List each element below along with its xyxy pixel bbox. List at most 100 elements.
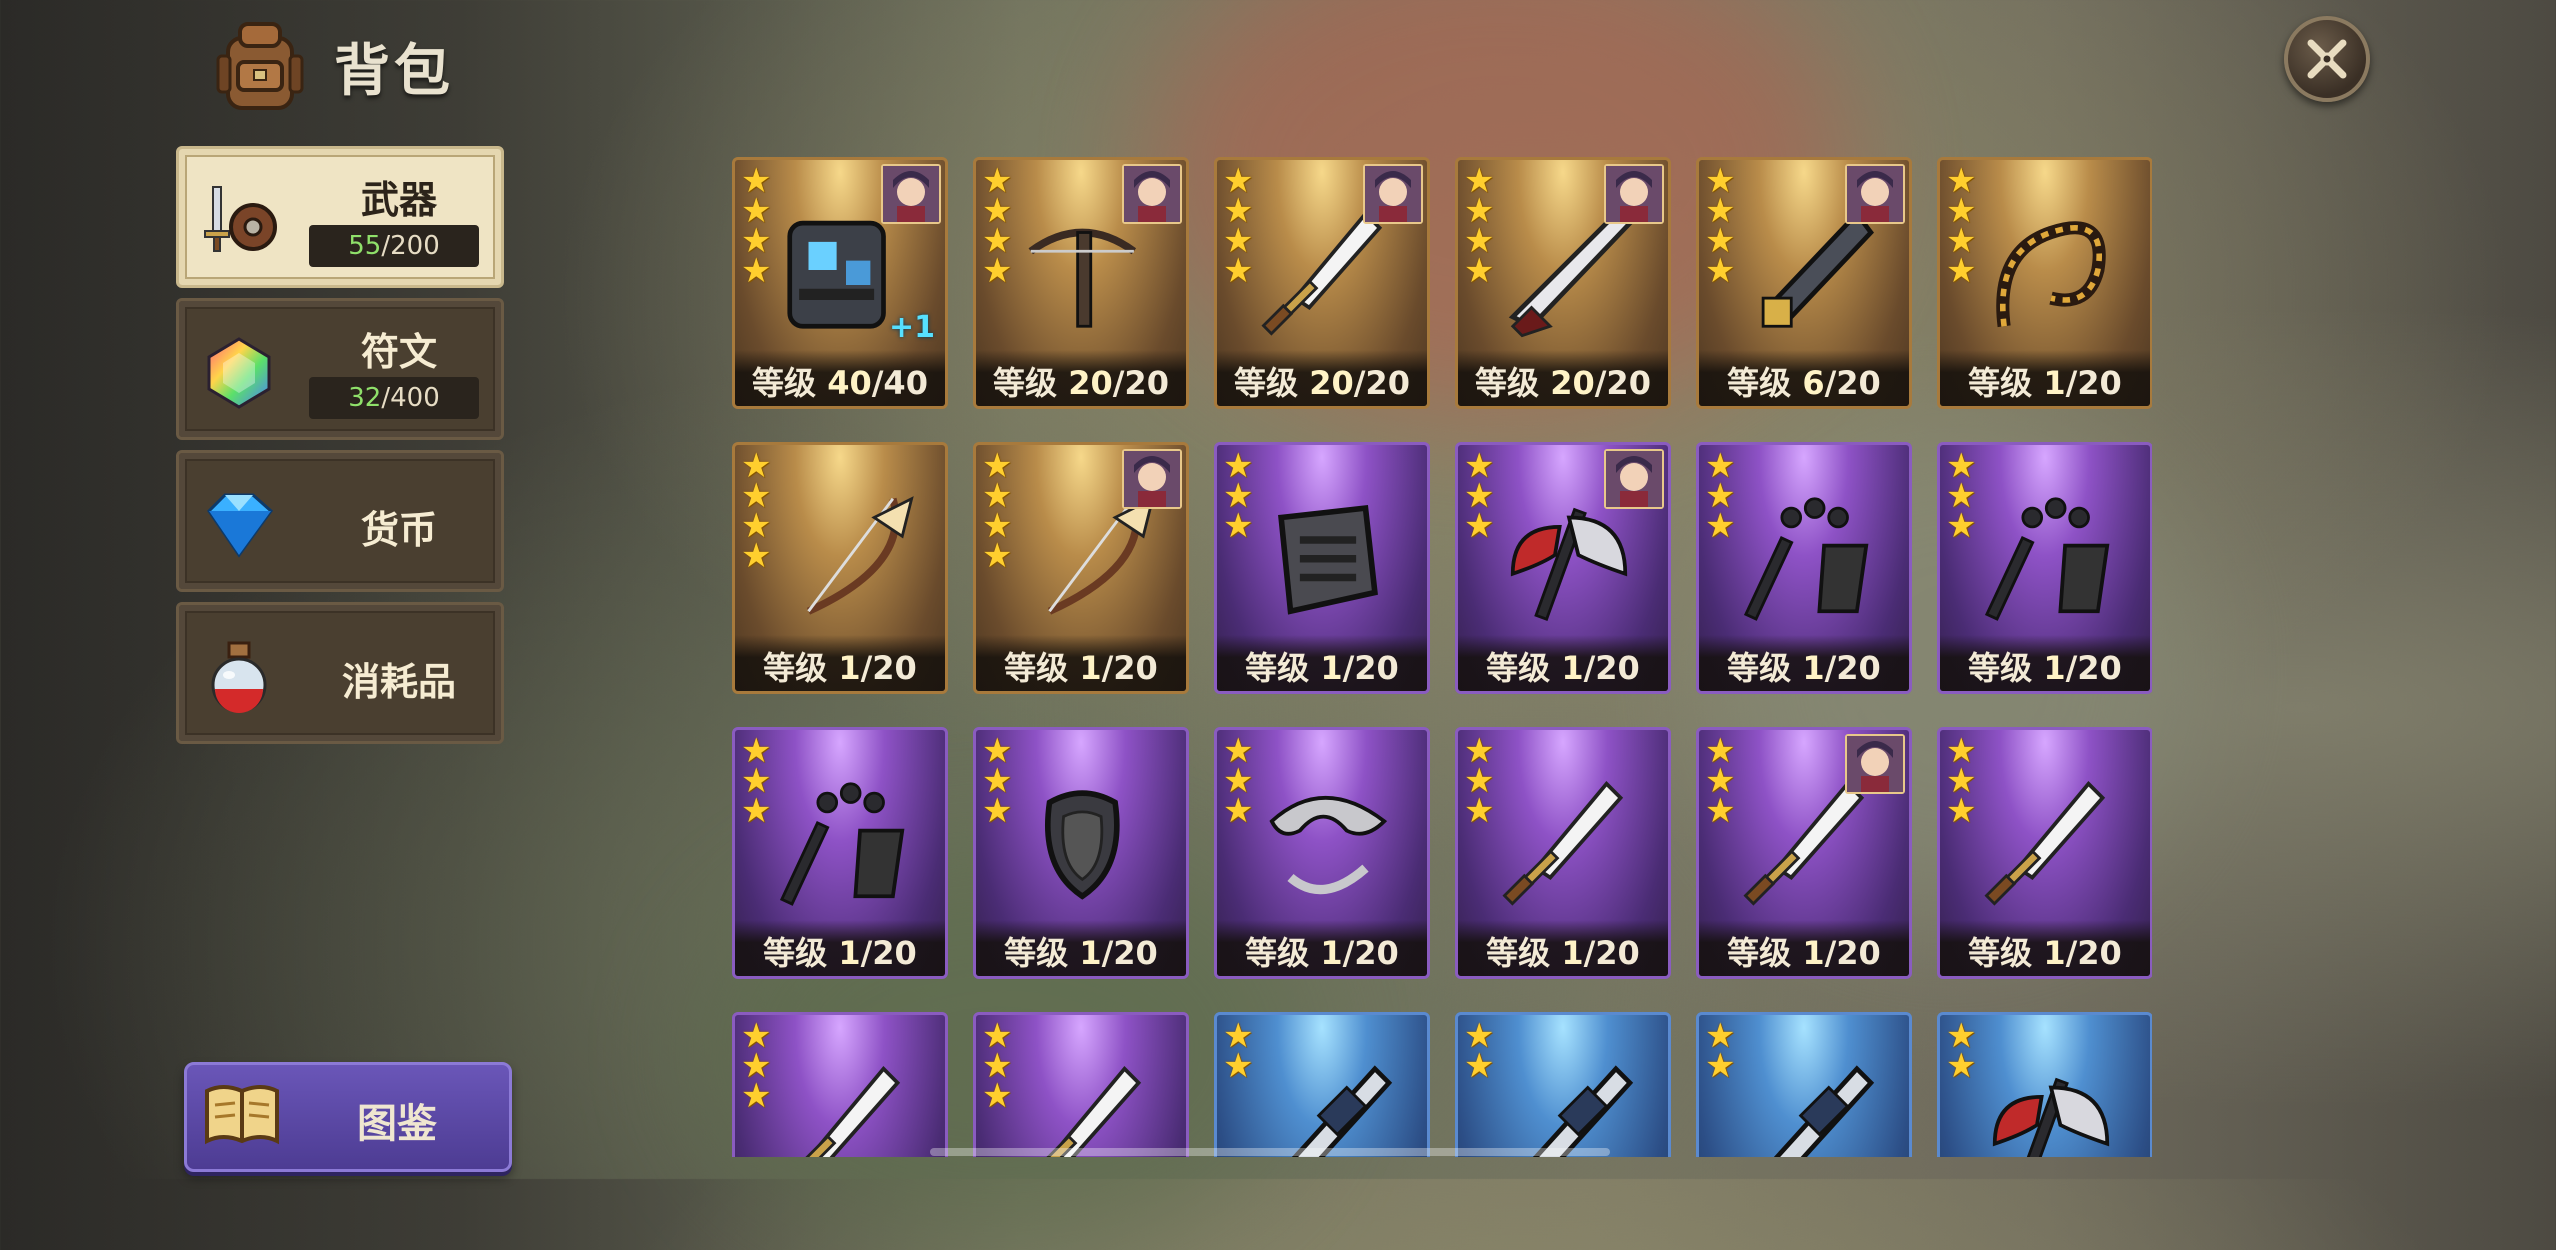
item-card[interactable]: ★ ★ ★ ★ 等级 20/20 bbox=[1214, 157, 1430, 409]
star-rating: ★ ★ bbox=[1705, 1019, 1739, 1083]
item-card[interactable]: ★ ★ ★ ★ 等级 1/20 bbox=[973, 442, 1189, 694]
weapon-count: 55/200 bbox=[309, 225, 479, 267]
sword-icon bbox=[771, 1045, 921, 1157]
item-level: 等级 6/20 bbox=[1699, 350, 1909, 406]
page-header: 背包 bbox=[210, 16, 454, 116]
item-card[interactable]: ★ ★ ★ bbox=[973, 1012, 1189, 1157]
star-rating: ★ ★ bbox=[1946, 1019, 1980, 1086]
axe-icon bbox=[1976, 1045, 2126, 1157]
star-icon: ★ bbox=[1464, 1046, 1495, 1086]
item-card[interactable]: ★ ★ ★ 等级 1/20 bbox=[1696, 442, 1912, 694]
item-level-max: /20 bbox=[1342, 934, 1399, 972]
star-icon: ★ bbox=[1464, 251, 1495, 291]
star-rating: ★ ★ ★ bbox=[741, 734, 775, 828]
star-rating: ★ ★ ★ bbox=[982, 1019, 1016, 1113]
star-rating: ★ ★ ★ ★ bbox=[741, 164, 775, 288]
tab-consumable[interactable]: 消耗品 bbox=[176, 602, 504, 744]
category-sidebar: 武器 55/200 符文 32/400 货币 消耗品 bbox=[176, 146, 506, 754]
star-rating: ★ ★ ★ bbox=[1705, 449, 1739, 543]
close-button[interactable] bbox=[2284, 16, 2370, 102]
item-level: 等级 40/40 bbox=[735, 350, 945, 406]
item-level: 等级 1/20 bbox=[735, 920, 945, 976]
item-level-max: /20 bbox=[1583, 649, 1640, 687]
item-level-prefix: 等级 bbox=[1968, 649, 2044, 687]
staff-icon bbox=[1735, 1045, 1885, 1157]
item-card[interactable]: ★ ★ bbox=[1696, 1012, 1912, 1157]
star-rating: ★ ★ bbox=[1464, 1019, 1498, 1086]
item-card[interactable]: ★ ★ ★ 等级 1/20 bbox=[1696, 727, 1912, 979]
star-icon: ★ bbox=[741, 536, 772, 576]
item-level-current: 1 bbox=[1079, 649, 1102, 687]
star-icon: ★ bbox=[1946, 506, 1977, 546]
enhance-badge: +1 bbox=[888, 310, 935, 345]
item-level-current: 40 bbox=[827, 364, 872, 402]
tab-currency[interactable]: 货币 bbox=[176, 450, 504, 592]
item-level-max: /20 bbox=[1342, 649, 1399, 687]
item-card[interactable]: ★ ★ ★ ★ +1 等级 40/40 bbox=[732, 157, 948, 409]
item-level-prefix: 等级 bbox=[1245, 649, 1321, 687]
item-card[interactable]: ★ ★ ★ ★ 等级 20/20 bbox=[973, 157, 1189, 409]
item-level-max: /20 bbox=[860, 934, 917, 972]
item-card[interactable]: ★ ★ ★ 等级 1/20 bbox=[1214, 727, 1430, 979]
backpack-icon bbox=[210, 16, 310, 116]
item-level-current: 20 bbox=[1309, 364, 1354, 402]
item-card[interactable]: ★ ★ ★ ★ 等级 1/20 bbox=[732, 442, 948, 694]
item-card[interactable]: ★ ★ ★ 等级 1/20 bbox=[1455, 442, 1671, 694]
item-level-prefix: 等级 bbox=[993, 364, 1069, 402]
tab-weapon[interactable]: 武器 55/200 bbox=[176, 146, 504, 288]
item-level: 等级 1/20 bbox=[1217, 635, 1427, 691]
codex-label: 图鉴 bbox=[357, 1101, 437, 1147]
hero-portrait bbox=[1122, 449, 1182, 509]
item-level-prefix: 等级 bbox=[763, 649, 839, 687]
item-card[interactable]: ★ ★ ★ 等级 1/20 bbox=[1937, 727, 2152, 979]
item-card[interactable]: ★ ★ bbox=[1937, 1012, 2152, 1157]
item-level-max: /20 bbox=[2065, 934, 2122, 972]
item-level: 等级 1/20 bbox=[1699, 920, 1909, 976]
item-level-max: /20 bbox=[1101, 649, 1158, 687]
star-icon: ★ bbox=[1223, 251, 1254, 291]
codex-button[interactable]: 图鉴 bbox=[184, 1062, 512, 1172]
star-icon: ★ bbox=[982, 791, 1013, 831]
item-level-current: 1 bbox=[838, 649, 861, 687]
item-level-prefix: 等级 bbox=[1727, 649, 1803, 687]
star-rating: ★ ★ ★ ★ bbox=[741, 449, 775, 576]
tab-rune[interactable]: 符文 32/400 bbox=[176, 298, 504, 440]
star-icon: ★ bbox=[1464, 506, 1495, 546]
item-card[interactable]: ★ ★ ★ 等级 1/20 bbox=[973, 727, 1189, 979]
item-level-prefix: 等级 bbox=[1727, 934, 1803, 972]
item-card[interactable]: ★ ★ ★ 等级 1/20 bbox=[1214, 442, 1430, 694]
item-card[interactable]: ★ ★ ★ 等级 1/20 bbox=[1455, 727, 1671, 979]
item-card[interactable]: ★ ★ ★ ★ 等级 1/20 bbox=[1937, 157, 2152, 409]
item-level-current: 1 bbox=[2043, 364, 2066, 402]
star-rating: ★ ★ bbox=[1223, 1019, 1257, 1086]
close-icon bbox=[2307, 39, 2347, 79]
item-card[interactable]: ★ ★ bbox=[1455, 1012, 1671, 1157]
item-level-max: /20 bbox=[2065, 649, 2122, 687]
item-level: 等级 1/20 bbox=[1458, 920, 1668, 976]
item-level: 等级 20/20 bbox=[976, 350, 1186, 406]
item-level-prefix: 等级 bbox=[763, 934, 839, 972]
item-card[interactable]: ★ ★ ★ bbox=[732, 1012, 948, 1157]
item-level-prefix: 等级 bbox=[1968, 934, 2044, 972]
item-card[interactable]: ★ ★ ★ ★ 等级 20/20 bbox=[1455, 157, 1671, 409]
star-rating: ★ ★ ★ bbox=[1464, 734, 1498, 828]
item-level-current: 1 bbox=[1802, 649, 1825, 687]
star-icon: ★ bbox=[1946, 1046, 1977, 1086]
staff-icon bbox=[1253, 1045, 1403, 1157]
item-card[interactable]: ★ ★ ★ ★ 等级 6/20 bbox=[1696, 157, 1912, 409]
scrollbar[interactable] bbox=[930, 1148, 1610, 1156]
star-icon: ★ bbox=[1223, 1046, 1254, 1086]
star-rating: ★ ★ ★ bbox=[1464, 449, 1498, 546]
item-level-prefix: 等级 bbox=[1004, 934, 1080, 972]
item-card[interactable]: ★ ★ ★ 等级 1/20 bbox=[1937, 442, 2152, 694]
item-level-max: /20 bbox=[1824, 364, 1881, 402]
star-icon: ★ bbox=[1705, 251, 1736, 291]
flail-icon bbox=[771, 760, 921, 920]
blade-bow-icon bbox=[1253, 760, 1403, 920]
star-rating: ★ ★ ★ bbox=[1705, 734, 1739, 828]
item-card[interactable]: ★ ★ bbox=[1214, 1012, 1430, 1157]
item-level: 等级 1/20 bbox=[1217, 920, 1427, 976]
item-level-current: 1 bbox=[838, 934, 861, 972]
item-card[interactable]: ★ ★ ★ 等级 1/20 bbox=[732, 727, 948, 979]
item-level-prefix: 等级 bbox=[1727, 364, 1803, 402]
